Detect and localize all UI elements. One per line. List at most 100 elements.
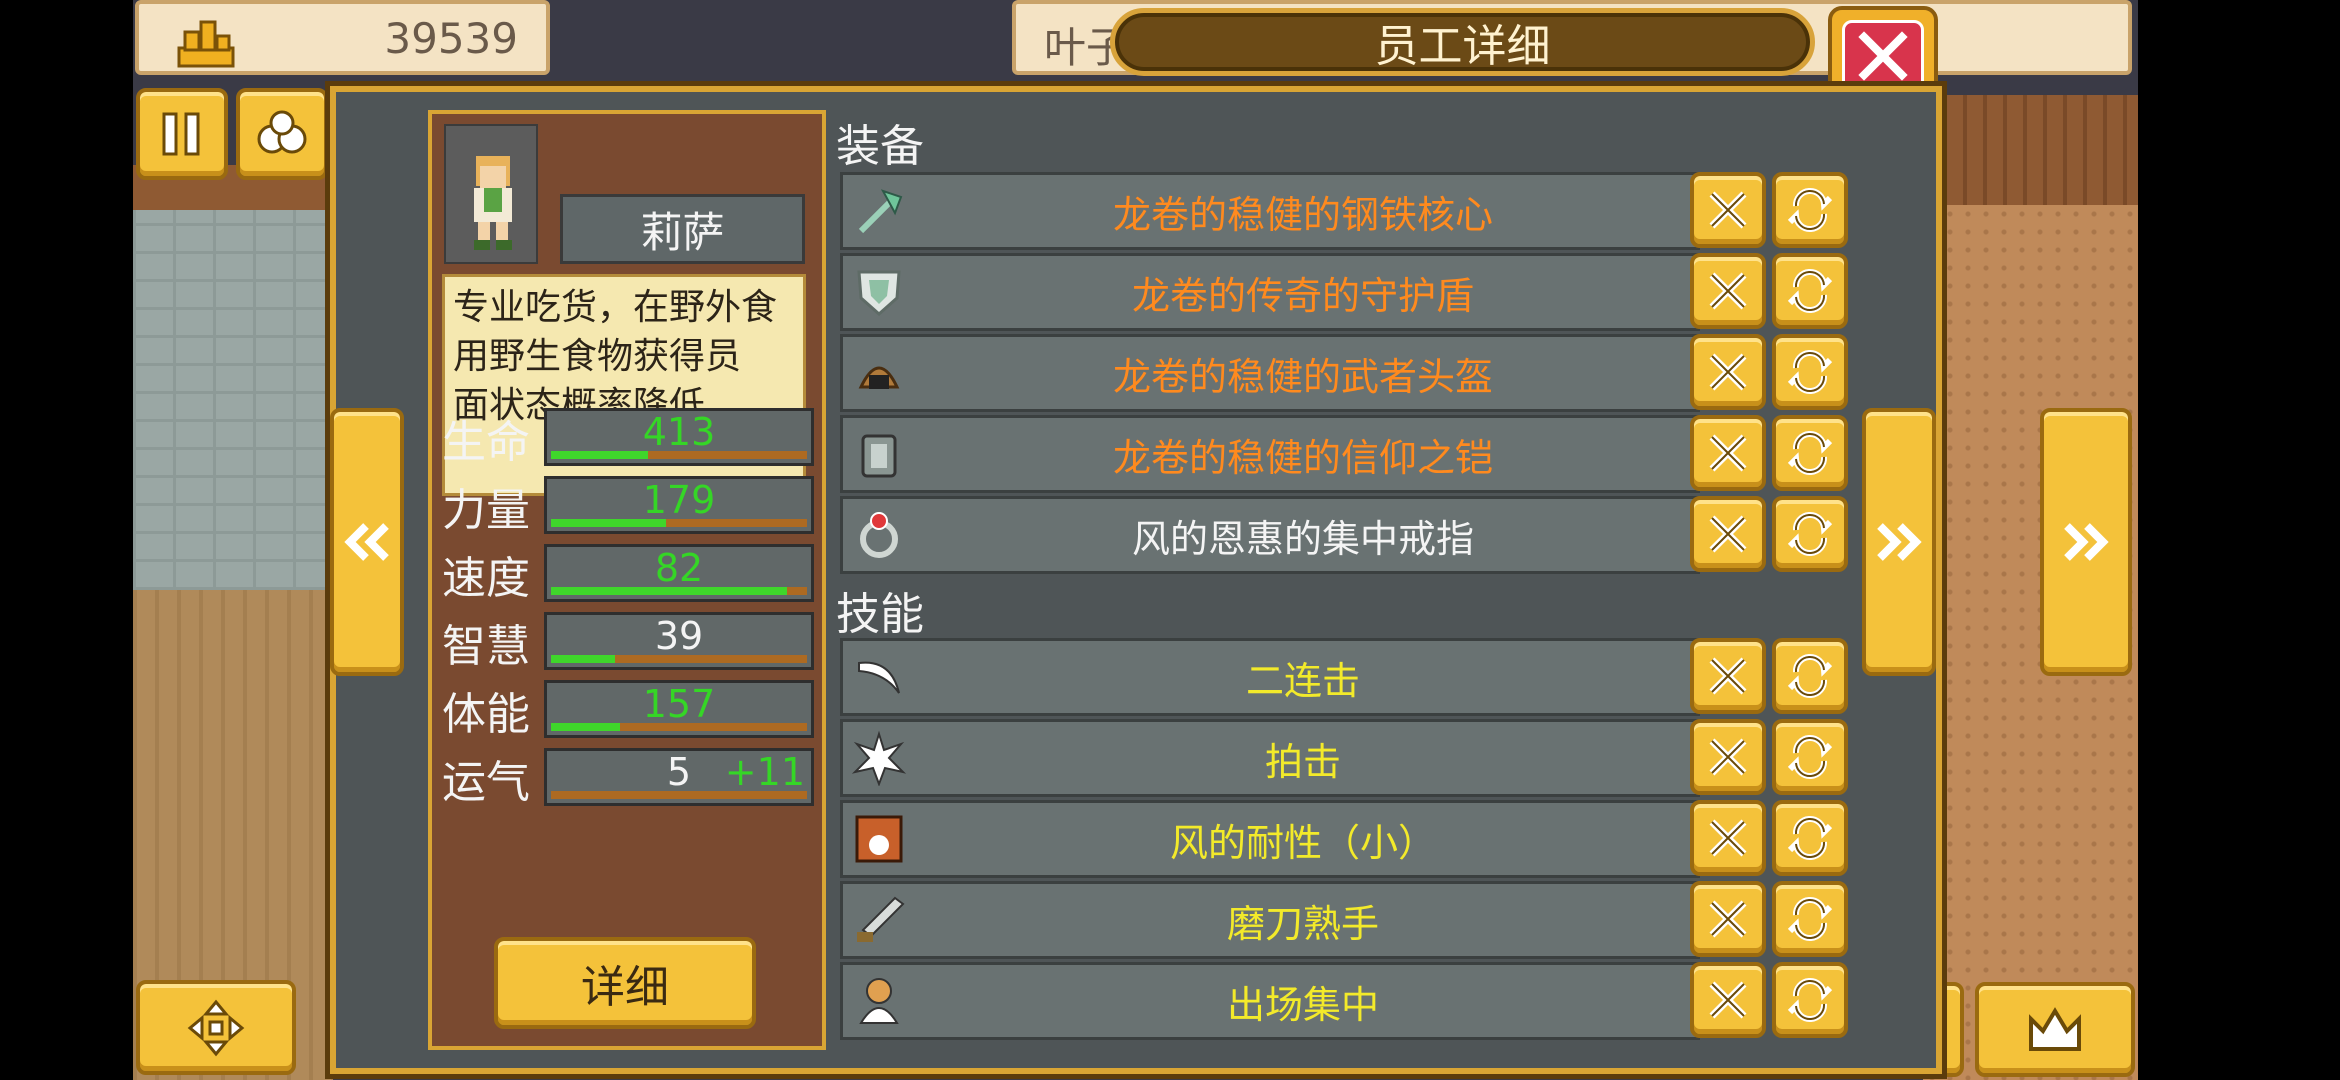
swap-skill-button[interactable] — [1772, 800, 1848, 876]
move-button[interactable] — [136, 980, 296, 1075]
remove-skill-button[interactable] — [1690, 638, 1766, 714]
skill-row[interactable]: 风的耐性（小） — [840, 800, 1700, 878]
items-button[interactable] — [236, 88, 328, 180]
stat-track — [551, 655, 807, 663]
stat-bar: 82 — [544, 544, 814, 602]
armor-icon — [861, 434, 897, 478]
stat-label: 运气 — [442, 757, 530, 808]
remove-equipment-button[interactable] — [1690, 172, 1766, 248]
swap-skill-button[interactable] — [1772, 719, 1848, 795]
sword-icon — [857, 896, 905, 942]
stat-fill — [551, 519, 667, 527]
swap-equipment-button[interactable] — [1772, 334, 1848, 410]
employee-name-box: 莉萨 — [560, 194, 805, 264]
remove-equipment-button[interactable] — [1690, 496, 1766, 572]
remove-skill-button[interactable] — [1690, 800, 1766, 876]
stat-fill — [551, 587, 787, 595]
x-icon — [1709, 191, 1747, 229]
swap-icon — [1787, 187, 1833, 233]
equipment-row[interactable]: 龙卷的传奇的守护盾 — [840, 253, 1700, 331]
stat-value: 413 — [642, 410, 716, 454]
skill-row[interactable]: 出场集中 — [840, 962, 1700, 1040]
stat-bar: 157 — [544, 680, 814, 738]
detail-button[interactable]: 详细 — [494, 937, 756, 1029]
swap-skill-button[interactable] — [1772, 881, 1848, 957]
swap-icon — [1787, 815, 1833, 861]
x-icon — [1709, 981, 1747, 1019]
stat-label: 生命 — [442, 417, 530, 468]
stat-label: 智慧 — [442, 621, 530, 672]
money-value: 39539 — [384, 14, 518, 63]
axe-icon — [858, 189, 903, 234]
detail-button-label: 详细 — [581, 962, 669, 1013]
skill-row[interactable]: 拍击 — [840, 719, 1700, 797]
remove-equipment-button[interactable] — [1690, 415, 1766, 491]
employee-info-column: 莉萨 专业吃货，在野外食 用野生食物获得员 面状态概率降低 生命 413 力量 179… — [428, 110, 826, 1050]
swap-icon — [1787, 511, 1833, 557]
stat-row: 体能 157 — [432, 676, 830, 742]
double-chevron-right-icon — [2064, 523, 2109, 561]
stat-value: 82 — [654, 546, 704, 590]
remove-skill-button[interactable] — [1690, 962, 1766, 1038]
stat-track — [551, 791, 807, 799]
equipment-row[interactable]: 龙卷的稳健的信仰之铠 — [840, 415, 1700, 493]
swap-icon — [1787, 977, 1833, 1023]
pause-button[interactable] — [136, 88, 228, 180]
x-icon — [1709, 353, 1747, 391]
double-chevron-left-icon — [344, 523, 389, 561]
stat-label: 速度 — [442, 553, 530, 604]
crown-button[interactable] — [1975, 982, 2135, 1077]
wood-wall-right — [1923, 95, 2138, 205]
crown-icon — [2029, 1006, 2081, 1051]
skills-section-title: 技能 — [836, 589, 924, 640]
stat-track — [551, 519, 807, 527]
swap-equipment-button[interactable] — [1772, 172, 1848, 248]
equipment-row[interactable]: 风的恩惠的集中戒指 — [840, 496, 1700, 574]
focus-icon — [859, 978, 899, 1024]
x-icon — [1709, 819, 1747, 857]
remove-equipment-button[interactable] — [1690, 334, 1766, 410]
equipment-name: 龙卷的稳健的信仰之铠 — [1112, 435, 1493, 480]
x-icon — [1709, 900, 1747, 938]
stat-row: 运气 5 +11 — [432, 744, 830, 810]
stat-fill — [551, 655, 615, 663]
slash-icon — [858, 661, 900, 694]
money-bar: 39539 — [135, 0, 550, 75]
skill-row[interactable]: 磨刀熟手 — [840, 881, 1700, 959]
swap-skill-button[interactable] — [1772, 962, 1848, 1038]
stat-bar: 413 — [544, 408, 814, 466]
stat-row: 智慧 39 — [432, 608, 830, 674]
stat-label: 力量 — [442, 485, 530, 536]
stat-track — [551, 451, 807, 459]
swap-icon — [1787, 268, 1833, 314]
stat-bar: 5 +11 — [544, 748, 814, 806]
stat-row: 生命 413 — [432, 404, 830, 470]
description-line: 专业吃货，在野外食 — [453, 287, 778, 328]
previous-employee-button[interactable] — [330, 408, 404, 676]
next-employee-button[interactable] — [1862, 408, 1936, 676]
stat-value: 39 — [654, 614, 704, 658]
stat-bar: 179 — [544, 476, 814, 534]
swap-skill-button[interactable] — [1772, 638, 1848, 714]
ring-icon — [860, 512, 898, 558]
equipment-name: 龙卷的稳健的武者头盔 — [1112, 354, 1493, 399]
swap-icon — [1787, 653, 1833, 699]
stat-value: 157 — [642, 682, 716, 726]
next-page-button[interactable] — [2040, 408, 2132, 676]
equipment-row[interactable]: 龙卷的稳健的武者头盔 — [840, 334, 1700, 412]
remove-skill-button[interactable] — [1690, 881, 1766, 957]
swap-equipment-button[interactable] — [1772, 415, 1848, 491]
remove-equipment-button[interactable] — [1690, 253, 1766, 329]
swap-equipment-button[interactable] — [1772, 496, 1848, 572]
swap-equipment-button[interactable] — [1772, 253, 1848, 329]
building-icon — [177, 20, 235, 68]
remove-skill-button[interactable] — [1690, 719, 1766, 795]
skill-name: 拍击 — [1264, 739, 1341, 784]
stat-fill — [551, 723, 621, 731]
character-sprite — [474, 156, 512, 250]
impact-icon — [851, 730, 907, 786]
shield-icon — [857, 270, 901, 317]
stat-track — [551, 723, 807, 731]
equipment-row[interactable]: 龙卷的稳健的钢铁核心 — [840, 172, 1700, 250]
skill-row[interactable]: 二连击 — [840, 638, 1700, 716]
